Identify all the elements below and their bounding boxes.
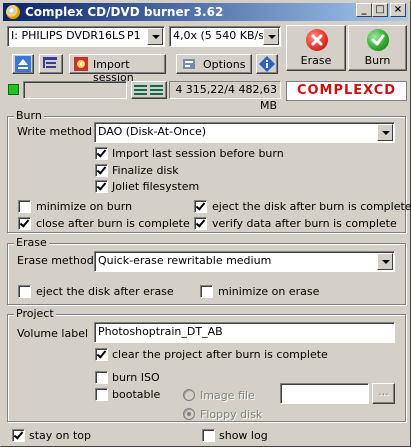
- eject-after-burn-checkbox[interactable]: [194, 200, 207, 213]
- eject-after-erase-label: eject the disk after erase: [36, 285, 174, 298]
- erase-button-label: Erase: [300, 54, 332, 67]
- erase-group: Erase Erase method Quick-erase rewritabl…: [7, 236, 406, 305]
- finalize-disk-checkbox[interactable]: [95, 164, 108, 177]
- show-log-checkbox[interactable]: [202, 429, 215, 442]
- stay-on-top-checkbox[interactable]: [12, 429, 25, 442]
- import-last-session-label: Import last session before burn: [112, 147, 284, 160]
- image-file-label: Image file: [200, 389, 255, 402]
- drive-select-suffix: P1: [127, 29, 141, 42]
- clear-project-label: clear the project after burn is complete: [112, 348, 328, 361]
- write-method-value: DAO (Disk-At-Once): [98, 125, 207, 138]
- stay-on-top-label: stay on top: [29, 429, 92, 442]
- erase-icon: [306, 29, 328, 51]
- options-button[interactable]: Options: [176, 54, 252, 74]
- browse-button[interactable]: ...: [372, 383, 395, 404]
- import-session-button[interactable]: Import session: [69, 54, 166, 84]
- complexcd-logo: COMPLEXCD: [286, 81, 407, 101]
- erase-button[interactable]: Erase: [286, 25, 346, 71]
- write-method-label: Write method: [17, 125, 93, 138]
- options-label: Options: [203, 58, 246, 71]
- project-group: Project Volume label Photoshoptrain_DT_A…: [7, 307, 406, 422]
- burn-group-title: Burn: [14, 109, 44, 122]
- list-view-icon: [134, 85, 163, 95]
- status-led: [8, 84, 19, 95]
- burn-button-label: Burn: [364, 54, 391, 67]
- finalize-disk-label: Finalize disk: [112, 164, 179, 177]
- joliet-filesystem-label: Joliet filesystem: [112, 180, 200, 193]
- burn-iso-checkbox[interactable]: [95, 371, 108, 384]
- chevron-down-icon[interactable]: [377, 253, 393, 270]
- drive-select-value: I: PHILIPS DVDR16LS: [11, 29, 126, 42]
- project-group-title: Project: [14, 307, 56, 320]
- show-log-label: show log: [219, 429, 268, 442]
- bootable-label: bootable: [112, 388, 161, 401]
- maximize-window-button[interactable]: □: [372, 3, 388, 17]
- boot-image-path-input[interactable]: [280, 383, 369, 404]
- volume-label-label: Volume label: [17, 327, 89, 340]
- view-toggle-button[interactable]: [131, 81, 167, 99]
- about-button[interactable]: [256, 54, 278, 74]
- floppy-disk-label: Floppy disk: [200, 408, 263, 421]
- project-tree-button[interactable]: [39, 54, 63, 74]
- drive-select[interactable]: I: PHILIPS DVDR16LS P1: [7, 26, 165, 47]
- erase-method-select[interactable]: Quick-erase rewritable medium: [94, 251, 395, 272]
- chevron-down-icon[interactable]: [377, 124, 393, 141]
- speed-select[interactable]: 4,0x (5 540 KB/s): [169, 26, 281, 47]
- erase-method-label: Erase method: [17, 254, 94, 267]
- volume-label-input[interactable]: Photoshoptrain_DT_AB: [94, 322, 395, 343]
- app-disc-icon: [6, 5, 20, 19]
- minimize-on-erase-checkbox[interactable]: [200, 285, 213, 298]
- bootable-checkbox[interactable]: [95, 388, 108, 401]
- main-window: Complex CD/DVD burner 3.62 _ □ × I: PHIL…: [0, 0, 411, 447]
- joliet-filesystem-checkbox[interactable]: [95, 180, 108, 193]
- minimize-on-erase-label: minimize on erase: [218, 285, 320, 298]
- minimize-window-button[interactable]: _: [356, 3, 372, 17]
- info-icon: [259, 56, 275, 72]
- window-title: Complex CD/DVD burner 3.62: [25, 5, 224, 19]
- verify-after-burn-checkbox[interactable]: [194, 217, 207, 230]
- verify-after-burn-label: verify data after burn is complete: [212, 217, 397, 230]
- folder-tree-icon: [43, 57, 57, 68]
- capacity-progress-bar: [23, 81, 127, 99]
- erase-method-value: Quick-erase rewritable medium: [98, 254, 272, 267]
- erase-group-title: Erase: [14, 236, 49, 249]
- close-after-burn-checkbox[interactable]: [18, 217, 31, 230]
- clear-project-checkbox[interactable]: [95, 348, 108, 361]
- write-method-select[interactable]: DAO (Disk-At-Once): [94, 122, 395, 143]
- eject-icon: [15, 56, 31, 72]
- import-icon: [74, 57, 88, 71]
- image-file-radio[interactable]: [183, 389, 195, 401]
- options-icon: [183, 59, 195, 69]
- chevron-down-icon[interactable]: [147, 28, 163, 45]
- disk-size-readout: 4 315,22/4 482,63 MB: [169, 81, 281, 112]
- burn-button[interactable]: Burn: [348, 25, 407, 71]
- floppy-disk-radio[interactable]: [183, 408, 195, 420]
- burn-iso-label: burn ISO: [112, 371, 160, 384]
- close-after-burn-label: close after burn is complete: [36, 217, 190, 230]
- speed-select-value: 4,0x (5 540 KB/s): [173, 29, 269, 42]
- title-bar[interactable]: Complex CD/DVD burner 3.62: [3, 3, 408, 21]
- checkmark-icon: [367, 29, 389, 51]
- minimize-on-burn-label: minimize on burn: [36, 200, 133, 213]
- burn-group: Burn Write method DAO (Disk-At-Once) Imp…: [7, 109, 411, 233]
- minimize-on-burn-checkbox[interactable]: [18, 200, 31, 213]
- eject-button[interactable]: [12, 54, 34, 74]
- eject-after-burn-label: eject the disk after burn is complete: [212, 200, 411, 213]
- chevron-down-icon[interactable]: [263, 28, 279, 45]
- import-last-session-checkbox[interactable]: [95, 147, 108, 160]
- close-window-button[interactable]: ×: [390, 3, 406, 17]
- eject-after-erase-checkbox[interactable]: [18, 285, 31, 298]
